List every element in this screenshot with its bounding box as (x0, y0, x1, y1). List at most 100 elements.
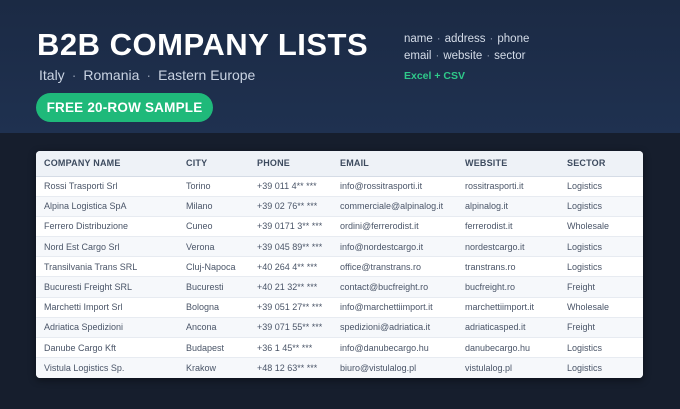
cell-email: ordini@ferrerodist.it (332, 216, 457, 238)
cell-phone: +39 051 27** *** (249, 297, 332, 318)
field-address: address (444, 33, 486, 45)
cell-sector: Logistics (559, 236, 643, 258)
cell-website: transtrans.ro (457, 256, 559, 278)
region-romania: Romania (83, 67, 140, 83)
table-row: Rossi Trasporti Srl Torino +39 011 4** *… (36, 176, 643, 197)
cell-phone: +39 0171 3** *** (249, 216, 332, 238)
cell-city: Ancona (178, 317, 249, 339)
table-row: Alpina Logistica SpA Milano +39 02 76** … (36, 196, 643, 217)
cell-phone: +39 011 4** *** (249, 176, 332, 197)
column-header-city: CITY (178, 151, 249, 177)
cell-email: biuro@vistulalog.pl (332, 357, 457, 378)
cell-email: info@nordestcargo.it (332, 236, 457, 258)
cell-sector: Logistics (559, 176, 643, 197)
cell-sector: Logistics (559, 196, 643, 217)
field-list: name · address · phone email · website · sector (404, 31, 529, 65)
cell-city: Cluj-Napoca (178, 256, 249, 278)
cell-phone: +36 1 45** *** (249, 337, 332, 359)
cell-sector: Logistics (559, 256, 643, 278)
cell-website: adriaticasped.it (457, 317, 559, 339)
field-name: name (404, 33, 433, 45)
cell-website: danubecargo.hu (457, 337, 559, 359)
field-sector: sector (494, 50, 526, 62)
cell-sector: Wholesale (559, 216, 643, 238)
column-header-sector: SECTOR (559, 151, 643, 177)
cell-email: commerciale@alpinalog.it (332, 196, 457, 217)
cell-city: Bologna (178, 297, 249, 318)
cell-sector: Wholesale (559, 297, 643, 318)
cell-company-name: Vistula Logistics Sp. (36, 357, 178, 378)
format-badge: Excel + CSV (404, 70, 465, 82)
field-line-1: name · address · phone (404, 31, 529, 48)
cell-company-name: Bucuresti Freight SRL (36, 276, 178, 298)
cell-phone: +40 21 32** *** (249, 276, 332, 298)
column-header-company-name: COMPANY NAME (36, 151, 178, 177)
region-separator: · (146, 67, 152, 83)
cell-website: vistulalog.pl (457, 357, 559, 378)
cell-sector: Logistics (559, 357, 643, 378)
field-email: email (404, 50, 432, 62)
cell-city: Bucuresti (178, 276, 249, 298)
table-row: Adriatica Spedizioni Ancona +39 071 55**… (36, 317, 643, 339)
cell-phone: +39 071 55** *** (249, 317, 332, 339)
table-row: Danube Cargo Kft Budapest +36 1 45** ***… (36, 337, 643, 359)
cell-company-name: Rossi Trasporti Srl (36, 176, 178, 197)
cell-sector: Logistics (559, 337, 643, 359)
column-header-email: EMAIL (332, 151, 457, 177)
page-title: B2B COMPANY LISTS (37, 27, 369, 62)
free-sample-button[interactable]: FREE 20-ROW SAMPLE (36, 93, 213, 122)
cell-website: marchettiimport.it (457, 297, 559, 318)
region-eastern-europe: Eastern Europe (158, 67, 256, 83)
cell-company-name: Adriatica Spedizioni (36, 317, 178, 339)
cell-company-name: Marchetti Import Srl (36, 297, 178, 318)
sample-table-card: COMPANY NAME CITY PHONE EMAIL WEBSITE SE… (36, 151, 643, 378)
column-header-phone: PHONE (249, 151, 332, 177)
field-phone: phone (497, 33, 530, 45)
cell-sector: Freight (559, 276, 643, 298)
region-separator: · (71, 67, 77, 83)
cell-website: ferrerodist.it (457, 216, 559, 238)
cell-city: Milano (178, 196, 249, 217)
cell-email: office@transtrans.ro (332, 256, 457, 278)
column-header-website: WEBSITE (457, 151, 559, 177)
cell-company-name: Danube Cargo Kft (36, 337, 178, 359)
cell-phone: +39 02 76** *** (249, 196, 332, 217)
region-list: Italy · Romania · Eastern Europe (39, 67, 255, 83)
table-row: Bucuresti Freight SRL Bucuresti +40 21 3… (36, 276, 643, 298)
table-row: Vistula Logistics Sp. Krakow +48 12 63**… (36, 357, 643, 378)
field-separator: · (435, 50, 440, 62)
cell-city: Budapest (178, 337, 249, 359)
field-separator: · (436, 33, 441, 45)
cell-company-name: Nord Est Cargo Srl (36, 236, 178, 258)
table-header-row: COMPANY NAME CITY PHONE EMAIL WEBSITE SE… (36, 151, 643, 177)
cell-website: rossitrasporti.it (457, 176, 559, 197)
cell-company-name: Alpina Logistica SpA (36, 196, 178, 217)
cell-phone: +39 045 89** *** (249, 236, 332, 258)
cell-phone: +48 12 63** *** (249, 357, 332, 378)
cell-city: Torino (178, 176, 249, 197)
field-line-2: email · website · sector (404, 48, 529, 65)
cell-email: contact@bucfreight.ro (332, 276, 457, 298)
cell-city: Verona (178, 236, 249, 258)
cell-company-name: Transilvania Trans SRL (36, 256, 178, 278)
cell-email: spedizioni@adriatica.it (332, 317, 457, 339)
cell-email: info@danubecargo.hu (332, 337, 457, 359)
table-body: Rossi Trasporti Srl Torino +39 011 4** *… (36, 176, 643, 378)
cell-website: bucfreight.ro (457, 276, 559, 298)
cell-website: nordestcargo.it (457, 236, 559, 258)
field-separator: · (486, 50, 491, 62)
cell-email: info@marchettiimport.it (332, 297, 457, 318)
field-separator: · (489, 33, 494, 45)
cell-sector: Freight (559, 317, 643, 339)
cell-website: alpinalog.it (457, 196, 559, 217)
region-italy: Italy (39, 67, 65, 83)
table-row: Nord Est Cargo Srl Verona +39 045 89** *… (36, 236, 643, 258)
table-row: Transilvania Trans SRL Cluj-Napoca +40 2… (36, 256, 643, 278)
table-row: Ferrero Distribuzione Cuneo +39 0171 3**… (36, 216, 643, 238)
company-table: COMPANY NAME CITY PHONE EMAIL WEBSITE SE… (36, 151, 643, 378)
cell-company-name: Ferrero Distribuzione (36, 216, 178, 238)
field-website: website (443, 50, 483, 62)
cell-city: Krakow (178, 357, 249, 378)
cell-phone: +40 264 4** *** (249, 256, 332, 278)
cell-email: info@rossitrasporti.it (332, 176, 457, 197)
